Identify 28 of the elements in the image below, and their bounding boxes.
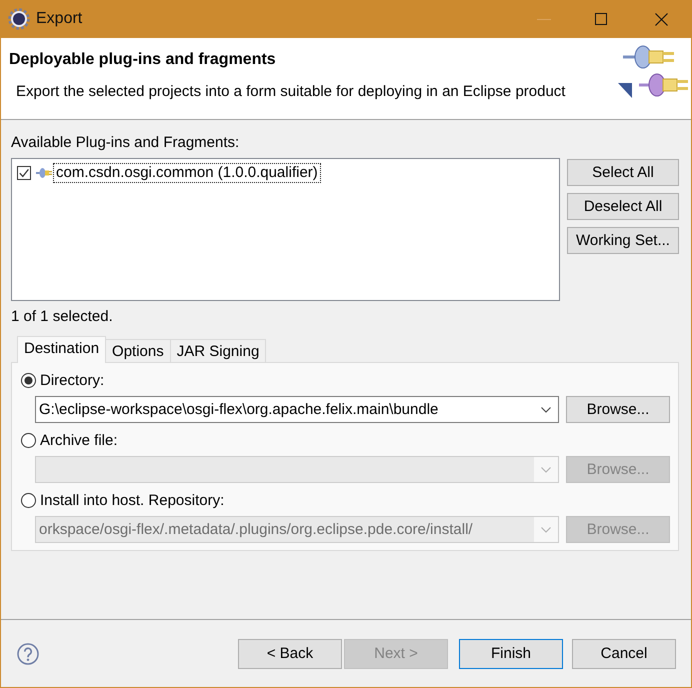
select-all-button[interactable]: Select All — [567, 159, 679, 186]
tab[interactable]: Options — [105, 339, 171, 362]
deselect-all-button[interactable]: Deselect All — [567, 193, 679, 220]
chevron-down-icon — [541, 406, 551, 412]
maximize-icon[interactable] — [595, 13, 607, 25]
page-title: Deployable plug-ins and fragments — [9, 50, 277, 70]
selection-count: 1 of 1 selected. — [11, 307, 114, 326]
finish-button[interactable]: Finish — [459, 638, 563, 668]
chevron-down-icon — [541, 466, 551, 472]
plugin-item[interactable]: com.csdn.osgi.common (1.0.0.qualifier) — [53, 163, 321, 183]
window-title: Export — [36, 10, 82, 28]
section-label: Available Plug-ins and Fragments: — [11, 133, 240, 152]
chevron-down-icon — [541, 526, 551, 532]
gear-icon — [8, 8, 30, 30]
tab[interactable]: JAR Signing — [170, 339, 266, 362]
help-icon[interactable] — [17, 642, 39, 664]
radio-button[interactable] — [21, 373, 36, 388]
plug-icon — [36, 168, 52, 178]
cancel-button[interactable]: Cancel — [572, 638, 676, 668]
checkbox[interactable] — [17, 166, 31, 180]
working-set-button[interactable]: Working Set... — [567, 227, 679, 254]
page-description: Export the selected projects into a form suitable for deploying in an Eclipse product — [16, 82, 566, 101]
close-icon[interactable] — [655, 12, 668, 26]
tab[interactable]: Destination — [17, 336, 106, 363]
radio-label[interactable]: Directory: — [40, 372, 104, 389]
path-dropdown[interactable]: G:\eclipse-workspace\osgi-flex\org.apache.felix.main\bundle — [35, 396, 559, 423]
back-button[interactable]: < Back — [238, 638, 342, 668]
browse-button[interactable]: Browse... — [566, 396, 670, 423]
